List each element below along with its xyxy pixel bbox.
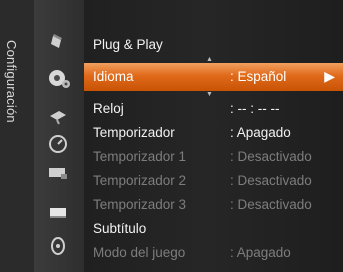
category-title: Configuración [4, 40, 19, 123]
item-value: : Español [230, 69, 287, 84]
menu-item-subtitulo[interactable]: Subtítulo [84, 219, 343, 239]
item-value: : Apagado [230, 125, 291, 140]
tv-setup-menu: Configuración Plug & Play ▲ Idioma: Esp… [0, 0, 343, 272]
item-value: : -- : -- -- [230, 101, 280, 116]
input-icon[interactable] [47, 162, 69, 184]
submenu-arrow-icon: ▶ [324, 68, 335, 84]
menu-item-temporizador-1: Temporizador 1 : Desactivado [84, 147, 343, 167]
item-label: Subtítulo [93, 221, 147, 236]
icon-bar [34, 0, 84, 272]
clock-icon[interactable] [47, 133, 69, 155]
item-label: Reloj [93, 101, 124, 116]
menu-item-idioma[interactable]: Idioma : Español ▶ [84, 63, 343, 91]
menu-item-plug-and-play[interactable]: Plug & Play [84, 35, 343, 55]
scroll-down-arrow[interactable]: ▼ [206, 91, 213, 98]
item-value: : Desactivado [230, 149, 312, 164]
setup-menu-list: Plug & Play ▲ Idioma : Español ▶ ▼ Reloj… [84, 0, 343, 272]
support-icon[interactable] [47, 235, 69, 257]
menu-category-tab: Configuración [0, 0, 34, 272]
item-label: Plug & Play [93, 37, 163, 52]
item-value: : Apagado [230, 245, 291, 260]
item-value: : Desactivado [230, 197, 312, 212]
menu-item-temporizador[interactable]: Temporizador : Apagado [84, 123, 343, 143]
scroll-up-arrow[interactable]: ▲ [206, 56, 213, 63]
setup-icon[interactable] [42, 64, 74, 92]
menu-item-reloj[interactable]: Reloj : -- : -- -- [84, 99, 343, 119]
picture-icon[interactable] [47, 31, 69, 53]
item-label: Modo del juego [93, 245, 186, 260]
item-label: Temporizador 1 [93, 149, 187, 164]
screen-icon[interactable] [47, 202, 69, 224]
item-label: Temporizador [93, 125, 175, 140]
item-value: : Desactivado [230, 173, 312, 188]
item-label: Temporizador 3 [93, 197, 187, 212]
menu-item-temporizador-3: Temporizador 3 : Desactivado [84, 195, 343, 215]
item-label: Temporizador 2 [93, 173, 187, 188]
menu-item-temporizador-2: Temporizador 2 : Desactivado [84, 171, 343, 191]
item-label: Idioma [93, 69, 134, 84]
satellite-icon[interactable] [47, 105, 69, 127]
menu-item-modo-del-juego: Modo del juego : Apagado [84, 243, 343, 263]
